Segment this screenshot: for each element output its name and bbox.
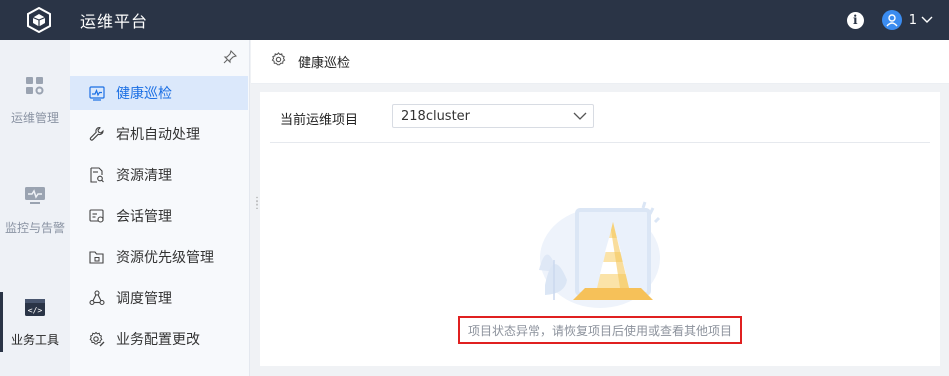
network-nodes-icon xyxy=(89,290,105,306)
cube-logo-icon[interactable] xyxy=(26,7,52,33)
content-panel: 当前运维项目 218cluster 项目状态异常，请恢复项目后使用或查看其他项目 xyxy=(260,92,940,366)
chevron-down-icon[interactable] xyxy=(921,13,933,28)
project-select-label: 当前运维项目 xyxy=(280,113,359,128)
empty-state-message: 项目状态异常，请恢复项目后使用或查看其他项目 xyxy=(458,316,742,344)
info-icon[interactable]: i xyxy=(846,11,864,29)
user-name[interactable]: 1 xyxy=(909,13,917,28)
folder-lock-icon xyxy=(89,249,105,265)
page-title: 健康巡检 xyxy=(298,56,351,71)
code-window-icon: </> xyxy=(24,298,46,321)
rail-item-monitoring-alerts[interactable]: 监控与告警 xyxy=(0,186,70,236)
sidebar-item-health-inspection[interactable]: 健康巡检 xyxy=(70,76,248,110)
wrench-icon xyxy=(89,126,105,142)
pulse-chart-icon xyxy=(89,85,105,101)
pin-icon[interactable] xyxy=(223,49,238,68)
sidebar-item-resource-cleanup[interactable]: 资源清理 xyxy=(70,158,248,192)
divider xyxy=(270,142,930,143)
sidebar-item-label: 业务配置更改 xyxy=(116,332,200,348)
chevron-down-icon xyxy=(573,110,587,125)
rail-label: 业务工具 xyxy=(10,333,59,347)
empty-state-traffic-cone-illustration xyxy=(525,200,675,314)
project-select-value: 218cluster xyxy=(401,108,471,124)
sidebar-item-session-management[interactable]: 会话管理 xyxy=(70,199,248,233)
rail-label: 监控与告警 xyxy=(4,221,65,235)
dashboard-grid-icon xyxy=(25,76,45,99)
document-search-icon xyxy=(89,167,105,183)
svg-text:</>: </> xyxy=(28,306,43,315)
top-bar: 运维平台 i 1 xyxy=(0,0,949,40)
user-avatar-icon[interactable] xyxy=(881,10,902,30)
sidebar-item-label: 宕机自动处理 xyxy=(116,127,200,143)
module-rail: 运维管理 监控与告警 </> 业务工具 xyxy=(0,40,70,376)
gear-edit-icon xyxy=(89,331,105,347)
sidebar-item-scheduling[interactable]: 调度管理 xyxy=(70,281,248,315)
sub-navigation: 健康巡检 宕机自动处理 资源清理 会话管理 资源优先级管理 调度管理 业务配置更… xyxy=(70,40,250,376)
sidebar-item-label: 调度管理 xyxy=(116,291,172,307)
project-select[interactable]: 218cluster xyxy=(392,104,594,128)
sidebar-item-business-config[interactable]: 业务配置更改 xyxy=(70,322,248,356)
sidebar-item-label: 资源优先级管理 xyxy=(116,250,214,266)
app-title: 运维平台 xyxy=(80,12,149,31)
rail-item-ops-management[interactable]: 运维管理 xyxy=(0,76,70,126)
monitor-icon xyxy=(24,186,46,209)
sidebar-item-label: 会话管理 xyxy=(116,209,172,225)
rail-label: 运维管理 xyxy=(10,111,59,125)
rail-item-business-tools[interactable]: </> 业务工具 xyxy=(0,292,70,352)
page-header: 健康巡检 xyxy=(251,40,949,84)
sidebar-item-label: 资源清理 xyxy=(116,168,172,184)
sidebar-item-resource-priority[interactable]: 资源优先级管理 xyxy=(70,240,248,274)
sidebar-item-downtime-auto-handling[interactable]: 宕机自动处理 xyxy=(70,117,248,151)
sidebar-item-label: 健康巡检 xyxy=(116,86,172,102)
gear-icon[interactable] xyxy=(271,52,286,71)
session-window-icon xyxy=(89,208,105,224)
